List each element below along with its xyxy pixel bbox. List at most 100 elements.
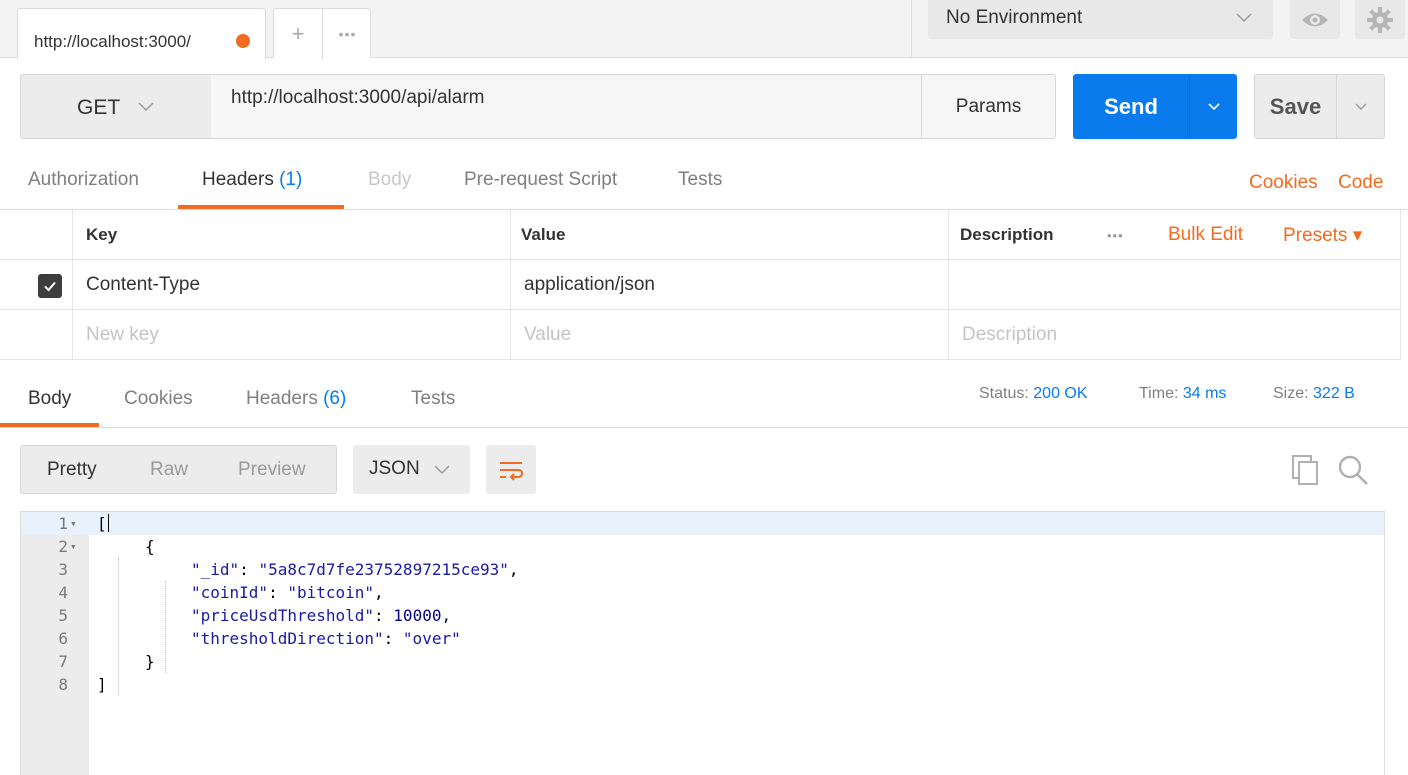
json-value: "5a8c7d7fe23752897215ce93"	[258, 560, 509, 579]
gear-icon	[1367, 6, 1393, 33]
header-value[interactable]: application/json	[524, 260, 655, 310]
wrap-lines-button[interactable]	[486, 445, 536, 494]
request-tab[interactable]: http://localhost:3000/	[17, 8, 266, 59]
json-close-bracket: ]	[97, 675, 107, 694]
url-input[interactable]	[211, 74, 922, 139]
response-body-viewer[interactable]: 1 ▾ [ 2 ▾ { 3 "_id": "5a8c7d7fe237528972…	[20, 511, 1385, 775]
code-line: 2 ▾ {	[21, 535, 1384, 558]
unsaved-dot-icon	[236, 34, 250, 48]
time-readout: Time: 34 ms	[1139, 385, 1226, 403]
view-raw-button[interactable]: Raw	[150, 459, 188, 481]
search-icon[interactable]	[1336, 453, 1370, 487]
code-line: 5 "priceUsdThreshold": 10000,	[21, 604, 1384, 627]
request-tabs: Authorization Headers (1) Body Pre-reque…	[0, 160, 1408, 210]
column-divider	[72, 210, 73, 360]
tab-body[interactable]: Body	[368, 169, 411, 191]
json-key: "_id"	[191, 560, 240, 579]
new-header-row: New key Value Description	[0, 310, 1400, 360]
environment-quick-look-button[interactable]	[1290, 0, 1340, 39]
manage-environments-button[interactable]	[1355, 0, 1405, 39]
json-open-brace: {	[145, 537, 155, 556]
text-cursor	[107, 514, 109, 532]
column-key: Key	[86, 225, 118, 244]
tab-headers-label: Headers	[202, 169, 274, 190]
json-separator: ,	[508, 560, 519, 579]
tab-authorization[interactable]: Authorization	[28, 169, 139, 191]
response-tab-tests[interactable]: Tests	[411, 388, 455, 410]
status-readout: Status: 200 OK	[979, 385, 1088, 403]
bulk-edit-link[interactable]: Bulk Edit	[1168, 210, 1243, 260]
response-tab-body[interactable]: Body	[28, 388, 71, 410]
column-options-button[interactable]: •••	[1107, 210, 1124, 260]
size-label: Size:	[1273, 385, 1309, 402]
table-row: Content-Type application/json	[0, 260, 1400, 310]
method-select[interactable]: GET	[20, 74, 212, 139]
code-line: 6 "thresholdDirection": "over"	[21, 627, 1384, 650]
method-label: GET	[77, 96, 121, 119]
presets-dropdown[interactable]: Presets ▾	[1283, 210, 1362, 260]
column-divider	[1400, 210, 1401, 360]
headers-count: (1)	[279, 169, 303, 190]
fold-toggle-icon[interactable]: ▾	[70, 535, 84, 558]
new-tab-button[interactable]: +	[274, 9, 323, 59]
column-value: Value	[521, 225, 566, 244]
code-text: [	[97, 512, 109, 535]
tab-actions: + •••	[273, 8, 372, 59]
chevron-down-icon	[434, 465, 450, 475]
table-header-row: Key Value Description ••• Bulk Edit Pres…	[0, 210, 1400, 260]
send-options-button[interactable]	[1189, 74, 1237, 139]
column-description: Description	[960, 225, 1054, 244]
wrap-lines-icon	[500, 461, 524, 481]
code-line: 1 ▾ [	[21, 512, 1384, 535]
chevron-down-icon	[1236, 13, 1252, 23]
copy-icon[interactable]	[1290, 454, 1320, 486]
size-value: 322 B	[1313, 385, 1355, 402]
line-number: 7	[58, 652, 68, 671]
response-tabs: Body Cookies Headers (6) Tests Status: 2…	[0, 370, 1408, 428]
line-number: 1	[58, 514, 68, 533]
json-value: "bitcoin"	[287, 583, 375, 602]
line-number: 2	[58, 537, 68, 556]
response-tab-cookies[interactable]: Cookies	[124, 388, 193, 410]
tab-pre-request-script[interactable]: Pre-request Script	[464, 169, 617, 191]
tab-more-button[interactable]: •••	[323, 9, 372, 59]
top-tab-bar: http://localhost:3000/ + ••• No Environm…	[0, 0, 1408, 59]
new-key-input[interactable]: New key	[86, 310, 159, 360]
view-preview-button[interactable]: Preview	[238, 459, 306, 481]
code-line: 4 "coinId": "bitcoin",	[21, 581, 1384, 604]
view-pretty-button[interactable]: Pretty	[47, 459, 97, 481]
header-enabled-checkbox[interactable]	[38, 274, 62, 298]
chevron-down-icon	[1207, 102, 1220, 110]
response-tab-headers[interactable]: Headers (6)	[246, 388, 346, 410]
active-tab-indicator	[178, 205, 344, 209]
new-description-input[interactable]: Description	[962, 310, 1057, 360]
json-open-bracket: [	[97, 514, 107, 533]
tab-tests[interactable]: Tests	[678, 169, 722, 191]
tab-headers[interactable]: Headers (1)	[202, 169, 302, 191]
active-tab-indicator	[0, 423, 99, 427]
save-options-button[interactable]	[1336, 74, 1385, 139]
json-close-brace: }	[145, 652, 155, 671]
code-text: "_id": "5a8c7d7fe23752897215ce93",	[191, 560, 519, 579]
column-divider	[948, 210, 949, 360]
send-button[interactable]: Send	[1073, 74, 1189, 139]
format-label: JSON	[369, 458, 420, 479]
code-line: 7 }	[21, 650, 1384, 673]
new-value-input[interactable]: Value	[524, 310, 571, 360]
chevron-down-icon	[138, 102, 154, 112]
header-key[interactable]: Content-Type	[86, 260, 200, 310]
fold-toggle-icon[interactable]: ▾	[70, 512, 84, 535]
environment-label: No Environment	[946, 7, 1083, 28]
line-number: 5	[58, 606, 68, 625]
params-button[interactable]: Params	[921, 74, 1056, 139]
view-mode-segment: Pretty Raw Preview	[20, 445, 337, 494]
size-readout: Size: 322 B	[1273, 385, 1355, 403]
status-label: Status:	[979, 385, 1029, 402]
json-key: "coinId"	[191, 583, 269, 602]
code-line: 3 "_id": "5a8c7d7fe23752897215ce93",	[21, 558, 1384, 581]
format-select[interactable]: JSON	[353, 445, 470, 494]
save-button[interactable]: Save	[1254, 74, 1337, 139]
code-link[interactable]: Code	[1338, 172, 1383, 194]
environment-select[interactable]: No Environment	[928, 0, 1273, 39]
cookies-link[interactable]: Cookies	[1249, 172, 1318, 194]
